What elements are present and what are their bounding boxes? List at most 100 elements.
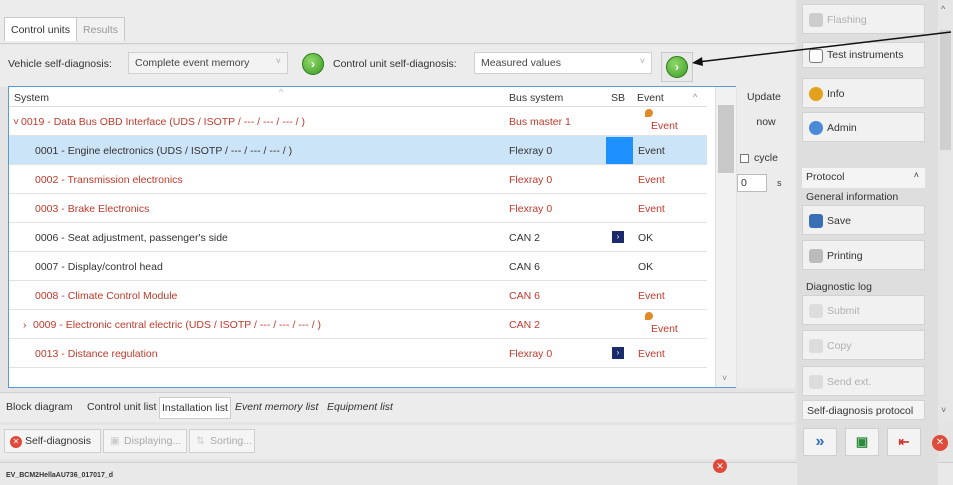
tab-bar: Control units Results [0,0,795,44]
cell-bus-system: CAN 6 [509,290,540,302]
cycle-checkbox[interactable] [740,154,749,163]
admin-label: Admin [827,122,857,134]
error-indicator-icon[interactable]: ✕ [713,459,727,473]
column-bus-system[interactable]: Bus system [509,92,563,104]
collapse-icon[interactable]: ˅ [13,116,19,128]
submit-icon [809,304,823,318]
table-row[interactable]: › 0009 - Electronic central electric (UDS… [9,310,707,339]
cell-event: Event [638,145,665,157]
column-system[interactable]: System [14,92,49,104]
scroll-up-icon[interactable]: ^ [941,4,945,14]
tab-control-unit-list[interactable]: Control unit list [85,401,158,413]
column-event[interactable]: Event [637,92,664,104]
info-label: Info [827,88,845,100]
control-unit-diagnosis-go-button[interactable]: › [666,56,688,78]
cycle-seconds-input[interactable]: 0 [737,174,767,192]
protocol-section-header[interactable]: Protocol ˄ [802,168,925,188]
cell-system: 0003 - Brake Electronics [35,203,150,215]
cell-event: OK [638,232,654,244]
action-bar: ✕ Self-diagnosis ▣ Displaying... ⇅ Sorti… [0,425,795,459]
scroll-up-icon[interactable]: ^ [693,92,697,102]
table-scrollbar[interactable]: ˅ [715,87,736,387]
self-diagnosis-label: Self-diagnosis [25,435,91,447]
scroll-down-icon[interactable]: ˅ [722,373,727,383]
printing-button[interactable]: Printing [802,240,925,270]
annotation-arrow [692,31,952,66]
tab-results[interactable]: Results [76,17,126,41]
info-icon [809,87,823,101]
control-unit-go-frame: › [661,52,693,82]
seconds-unit-label: s [777,178,782,188]
vehicle-self-diagnosis-value: Complete event memory [135,57,250,69]
forward-icon[interactable]: » [803,428,837,456]
table-row[interactable]: 0008 - Climate Control Module CAN 6 Event [9,281,707,310]
sb-selected-indicator [606,137,633,164]
tab-installation-list[interactable]: Installation list [159,397,231,419]
send-ext-button[interactable]: Send ext. [802,366,925,396]
protocol-label: Protocol [806,171,845,183]
vehicle-self-diagnosis-label: Vehicle self-diagnosis: [8,58,112,70]
table-row[interactable]: ˅ 0019 - Data Bus OBD Interface (UDS / IS… [9,107,707,136]
copy-icon [809,339,823,353]
printing-label: Printing [827,250,863,262]
exit-icon[interactable]: ⇤ [887,428,921,456]
collapse-icon[interactable]: ˄ [914,170,919,180]
table-row[interactable]: 0013 - Distance regulation Flexray 0 › Even… [9,339,707,368]
chevron-down-icon: ˅ [275,56,281,66]
self-diagnosis-protocol-heading[interactable]: Self-diagnosis protocol [802,400,925,420]
scroll-down-icon[interactable]: ˅ [941,405,946,415]
tab-equipment-list[interactable]: Equipment list [325,401,395,413]
chevron-down-icon: ˅ [639,56,645,66]
cell-bus-system: Flexray 0 [509,145,553,157]
save-button[interactable]: Save [802,205,925,235]
cell-system: 0009 - Electronic central electric (UDS … [33,319,322,331]
submit-button[interactable]: Submit [802,295,925,325]
table-row[interactable]: 0007 - Display/control head CAN 6 OK [9,252,707,281]
right-sidebar: Flashing Test instruments Info Admin Pro… [797,0,938,485]
self-diagnosis-icon: ✕ [10,436,22,448]
column-sb[interactable]: SB [611,92,625,104]
screenshot-icon[interactable]: ▣ [845,428,879,456]
close-icon[interactable]: ✕ [932,435,948,451]
admin-icon [809,121,823,135]
vehicle-self-diagnosis-select[interactable]: Complete event memory ˅ [128,52,288,74]
cell-bus-system: CAN 6 [509,261,540,273]
control-unit-self-diagnosis-label: Control unit self-diagnosis: [333,58,457,70]
tab-event-memory-list[interactable]: Event memory list [233,401,320,413]
expand-icon[interactable]: › [23,319,27,331]
table-row[interactable]: 0001 - Engine electronics (UDS / ISOTP /… [9,136,707,165]
copy-button[interactable]: Copy [802,330,925,360]
control-unit-self-diagnosis-select[interactable]: Measured values ˅ [474,52,652,74]
sorting-button[interactable]: ⇅ Sorting... [189,429,255,453]
sb-flag-icon: › [612,231,624,243]
cell-bus-system: CAN 2 [509,319,540,331]
self-diagnosis-button[interactable]: ✕ Self-diagnosis [4,429,101,453]
save-label: Save [827,215,851,227]
general-information-heading: General information [806,191,899,203]
tab-control-units[interactable]: Control units [4,17,77,41]
copy-label: Copy [827,340,852,352]
diagnostic-log-heading: Diagnostic log [806,281,872,293]
admin-button[interactable]: Admin [802,112,925,142]
update-panel: Update now cycle 0 s [737,86,795,388]
cell-event: Event [638,348,665,360]
control-unit-self-diagnosis-value: Measured values [481,57,561,69]
cell-system: 0006 - Seat adjustment, passenger's side [35,232,228,244]
cell-event: Event [638,203,665,215]
table-row[interactable]: 0003 - Brake Electronics Flexray 0 Event [9,194,707,223]
send-ext-label: Send ext. [827,376,872,388]
displaying-button[interactable]: ▣ Displaying... [103,429,187,453]
update-now-button[interactable]: now [741,108,791,136]
submit-label: Submit [827,305,860,317]
tab-block-diagram[interactable]: Block diagram [4,401,75,413]
save-icon [809,214,823,228]
table-row[interactable]: 0006 - Seat adjustment, passenger's side… [9,223,707,252]
table-row[interactable]: 0002 - Transmission electronics Flexray 0… [9,165,707,194]
info-button[interactable]: Info [802,78,925,108]
vehicle-diagnosis-go-button[interactable]: › [302,53,324,75]
cell-event: Event [651,120,678,132]
cell-bus-system: Flexray 0 [509,203,553,215]
send-icon [809,375,823,389]
scrollbar-thumb[interactable] [718,105,734,173]
cell-bus-system: CAN 2 [509,232,540,244]
